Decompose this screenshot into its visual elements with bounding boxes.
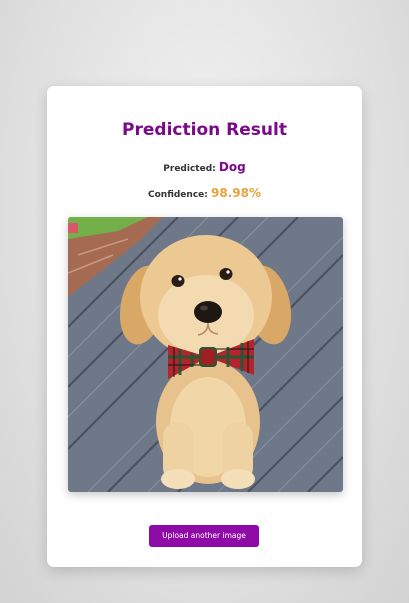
predicted-value: Dog: [218, 160, 246, 174]
confidence-label: Confidence:: [148, 190, 208, 200]
result-card: Prediction Result Predicted: Dog Confide…: [47, 86, 362, 567]
prediction-row: Predicted: Dog: [47, 160, 362, 174]
predicted-label: Predicted:: [163, 164, 216, 174]
uploaded-photo: [68, 217, 343, 492]
confidence-value: 98.98%: [211, 186, 261, 200]
confidence-row: Confidence: 98.98%: [47, 186, 362, 200]
page-title: Prediction Result: [122, 120, 287, 140]
upload-another-image-button[interactable]: Upload another image: [149, 525, 259, 547]
